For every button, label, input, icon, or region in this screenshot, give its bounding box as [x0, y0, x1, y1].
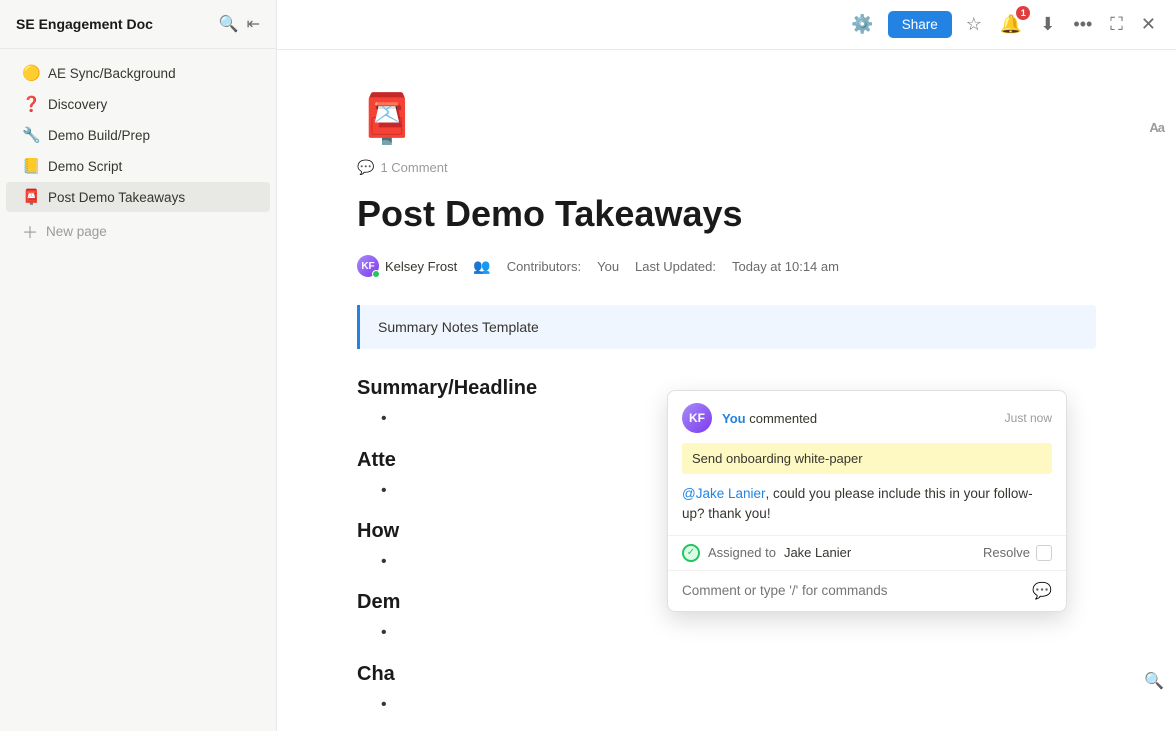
- font-size-icon[interactable]: Aa: [1149, 120, 1164, 135]
- comment-highlight-quote: Send onboarding white-paper: [682, 443, 1052, 474]
- main-area: ⚙️ Share ☆ 🔔 1 ⬇ ••• ⛶ ✕ Aa 📮 💬 1 Commen…: [277, 0, 1176, 731]
- last-updated-label: Last Updated:: [635, 259, 716, 274]
- contributors-icon: 👥: [473, 258, 490, 275]
- sidebar-nav: 🟡 AE Sync/Background ❓ Discovery 🔧 Demo …: [0, 49, 276, 731]
- sidebar-item-ae-sync[interactable]: 🟡 AE Sync/Background: [6, 58, 270, 88]
- commenter-name: You: [722, 411, 746, 426]
- last-updated-value: Today at 10:14 am: [732, 259, 839, 274]
- new-page-label: New page: [46, 224, 107, 239]
- bullet-item: [381, 694, 1096, 716]
- comment-time: Just now: [1005, 411, 1052, 425]
- sidebar-item-demo-script-label: Demo Script: [48, 159, 122, 174]
- discovery-icon: ❓: [22, 95, 40, 113]
- page-emoji: 📮: [357, 90, 1096, 147]
- comment-popup-header: KF You commented Just now: [668, 391, 1066, 443]
- page-content: Aa 📮 💬 1 Comment Post Demo Takeaways KF …: [277, 50, 1176, 731]
- star-icon[interactable]: ☆: [962, 10, 986, 39]
- send-icon[interactable]: 💬: [1032, 581, 1052, 601]
- demo-script-icon: 📒: [22, 157, 40, 175]
- close-icon[interactable]: ✕: [1137, 10, 1160, 39]
- sidebar-item-discovery[interactable]: ❓ Discovery: [6, 89, 270, 119]
- page-meta: KF Kelsey Frost 👥 Contributors: You Last…: [357, 255, 1096, 277]
- collapse-icon[interactable]: ⇤: [247, 14, 260, 34]
- comment-input-row: 💬: [668, 570, 1066, 611]
- comment-count[interactable]: 💬 1 Comment: [357, 159, 1096, 176]
- settings-icon[interactable]: ⚙️: [847, 10, 877, 39]
- download-icon[interactable]: ⬇: [1036, 10, 1059, 39]
- mention[interactable]: @Jake Lanier: [682, 486, 766, 501]
- resolve-button[interactable]: Resolve: [983, 545, 1052, 561]
- author-name: Kelsey Frost: [385, 259, 457, 274]
- share-button[interactable]: Share: [888, 11, 952, 38]
- more-icon[interactable]: •••: [1069, 10, 1096, 39]
- comment-input[interactable]: [682, 583, 1024, 598]
- author-avatar: KF: [357, 255, 379, 277]
- post-demo-icon: 📮: [22, 188, 40, 206]
- contributors-value: You: [597, 259, 619, 274]
- sidebar-item-demo-build-prep[interactable]: 🔧 Demo Build/Prep: [6, 120, 270, 150]
- sidebar-item-demo-build-label: Demo Build/Prep: [48, 128, 150, 143]
- topbar: ⚙️ Share ☆ 🔔 1 ⬇ ••• ⛶ ✕: [277, 0, 1176, 50]
- assigned-to-name: Jake Lanier: [784, 545, 851, 560]
- comment-assigned: ✓ Assigned to Jake Lanier Resolve: [668, 535, 1066, 570]
- comment-popup: KF You commented Just now Send onboardin…: [667, 390, 1067, 612]
- demo-build-icon: 🔧: [22, 126, 40, 144]
- notification-count: 1: [1016, 6, 1030, 20]
- comment-meta: You commented: [722, 411, 817, 426]
- assigned-left: ✓ Assigned to Jake Lanier: [682, 544, 851, 562]
- section-heading-challenges: Challenges: [357, 663, 1096, 686]
- check-circle-icon: ✓: [682, 544, 700, 562]
- avatar-status: [372, 270, 380, 278]
- fullscreen-icon[interactable]: ⛶: [1106, 10, 1127, 39]
- sidebar-header: SE Engagement Doc 🔍 ⇤: [0, 0, 276, 49]
- ae-sync-icon: 🟡: [22, 64, 40, 82]
- new-page-button[interactable]: ＋ New page: [6, 213, 270, 249]
- page-title: Post Demo Takeaways: [357, 192, 1096, 235]
- search-icon[interactable]: 🔍: [219, 14, 239, 34]
- summary-template-label: Summary Notes Template: [378, 319, 539, 335]
- sidebar-item-demo-script[interactable]: 📒 Demo Script: [6, 151, 270, 181]
- section-challenges: Challenges: [357, 663, 1096, 716]
- commenter-avatar: KF: [682, 403, 712, 433]
- contributors-label: Contributors:: [507, 259, 581, 274]
- assigned-to-label: Assigned to: [708, 545, 776, 560]
- new-page-plus-icon: ＋: [22, 219, 38, 243]
- summary-template-block: Summary Notes Template: [357, 305, 1096, 349]
- bullet-item: [381, 622, 1096, 644]
- comment-action: commented: [749, 411, 817, 426]
- search-bottom-icon[interactable]: 🔍: [1144, 671, 1164, 691]
- comment-body: @Jake Lanier, could you please include t…: [668, 484, 1066, 535]
- resolve-label: Resolve: [983, 545, 1030, 560]
- sidebar-item-ae-sync-label: AE Sync/Background: [48, 66, 176, 81]
- sidebar: SE Engagement Doc 🔍 ⇤ 🟡 AE Sync/Backgrou…: [0, 0, 277, 731]
- author-info: KF Kelsey Frost: [357, 255, 457, 277]
- comment-count-icon: 💬: [357, 159, 374, 176]
- sidebar-title: SE Engagement Doc: [16, 16, 153, 32]
- comment-count-label: 1 Comment: [380, 160, 447, 175]
- resolve-checkbox[interactable]: [1036, 545, 1052, 561]
- sidebar-item-post-demo-takeaways[interactable]: 📮 Post Demo Takeaways: [6, 182, 270, 212]
- notification-icon[interactable]: 🔔 1: [996, 10, 1026, 39]
- sidebar-header-actions: 🔍 ⇤: [219, 14, 260, 34]
- sidebar-item-post-demo-label: Post Demo Takeaways: [48, 190, 185, 205]
- comment-author-row: KF You commented: [682, 403, 817, 433]
- sidebar-item-discovery-label: Discovery: [48, 97, 107, 112]
